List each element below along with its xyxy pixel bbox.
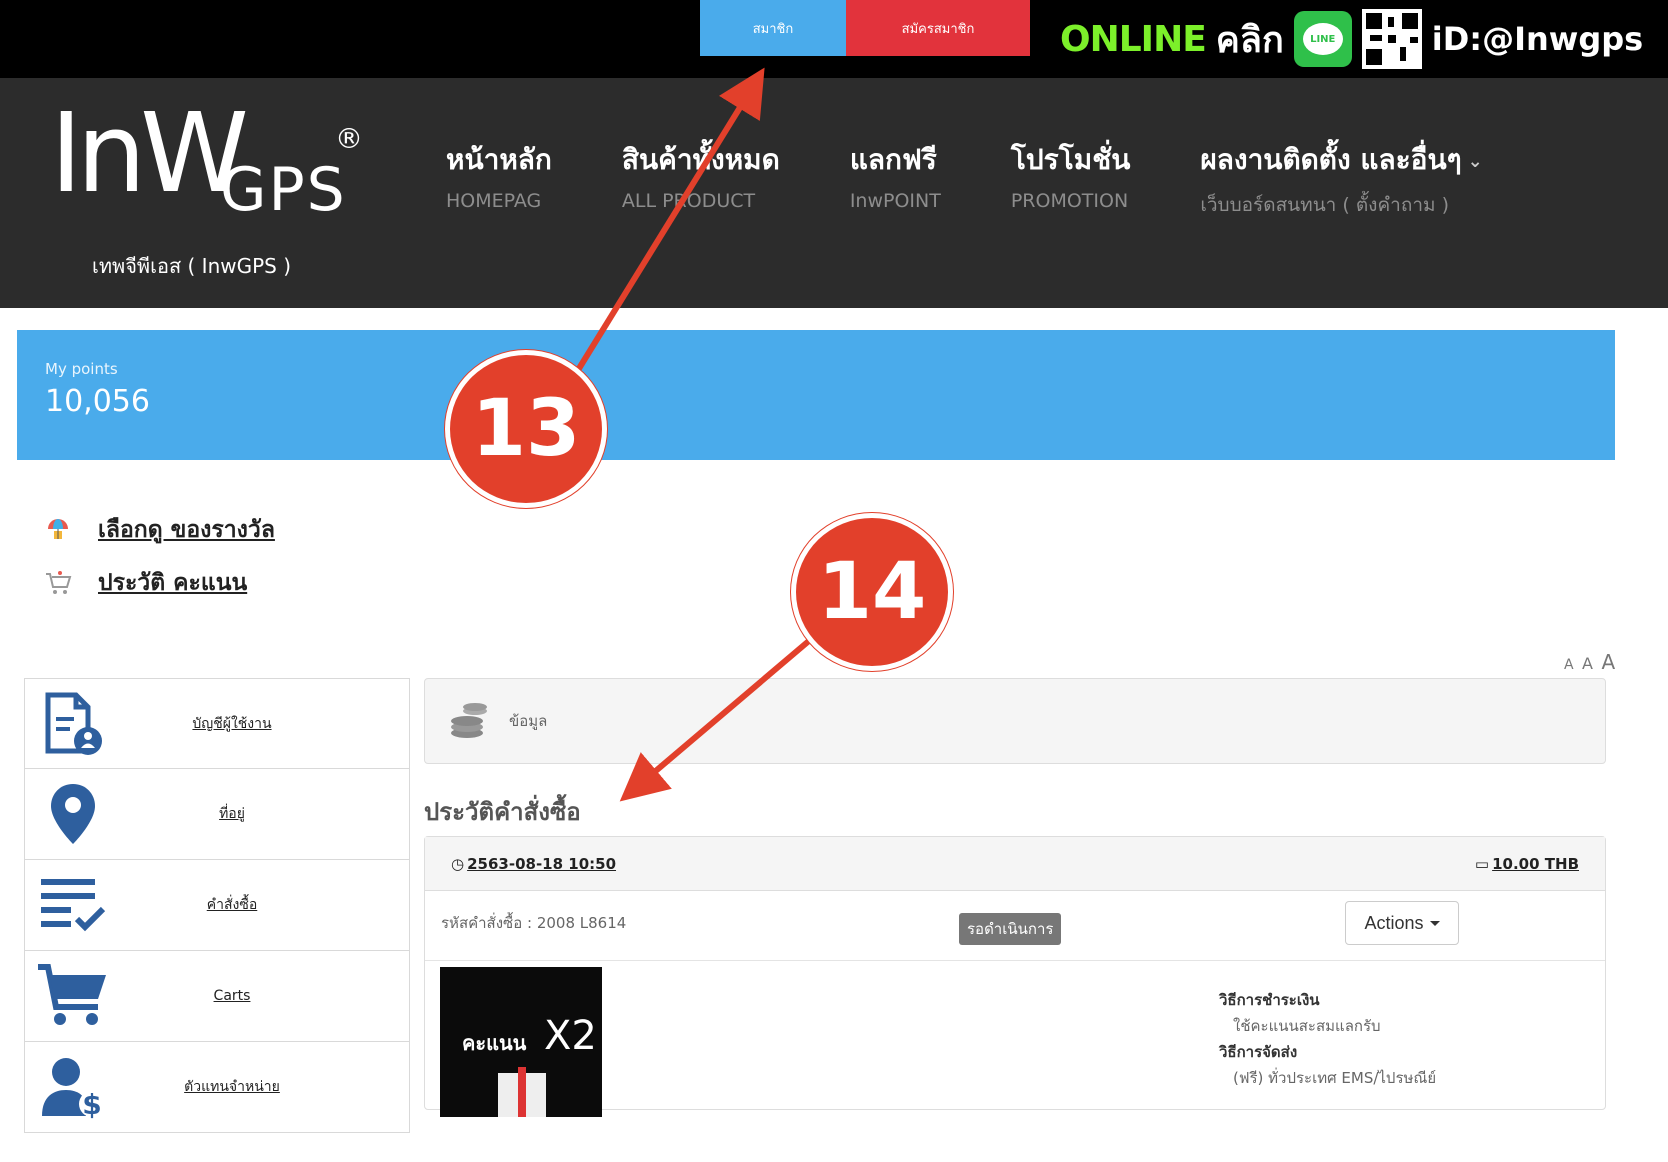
- font-size-small[interactable]: A: [1564, 657, 1574, 673]
- order-date-text: 2563-08-18 10:50: [467, 854, 617, 873]
- callout-13: 13: [445, 350, 607, 508]
- info-box-label: ข้อมูล: [509, 712, 548, 730]
- nav-label-en: InwPOINT: [849, 190, 941, 212]
- font-size-large[interactable]: A: [1601, 650, 1615, 674]
- line-app-icon[interactable]: LINE: [1293, 11, 1352, 67]
- sidebar-item-dealer[interactable]: $ ตัวแทนจำหน่าย: [24, 1042, 410, 1133]
- cart-icon: [40, 565, 76, 601]
- product-thumbnail[interactable]: คะแนน X2: [440, 967, 602, 1117]
- shipping-heading: วิธีการจัดส่ง: [1219, 1043, 1298, 1061]
- caret-down-icon: [1429, 920, 1440, 926]
- sidebar-item-carts[interactable]: Carts: [24, 951, 410, 1042]
- status-badge: รอดำเนินการ: [959, 913, 1062, 945]
- site-header: InW GPS ® เทพจีพีเอส ( InwGPS ) หน้าหลัก…: [0, 78, 1668, 308]
- account-sidebar: บัญชีผู้ใช้งาน ที่อยู่ คำสั่งซื้อ Carts …: [24, 678, 410, 1133]
- nav-label-th: ผลงานติดตั้ง และอื่นๆ ⌄: [1200, 138, 1482, 182]
- actions-dropdown-button[interactable]: Actions: [1345, 901, 1459, 945]
- nav-label-th: แลกฟรี: [849, 143, 937, 176]
- nav-label-th: สินค้าทั้งหมด: [621, 143, 780, 176]
- font-size-control: A A A: [1560, 650, 1615, 674]
- line-badge-text: LINE: [1302, 23, 1343, 55]
- points-history-link[interactable]: ประวัติ คะแนน: [40, 565, 247, 601]
- page: สมาชิก สมัครสมาชิก ONLINE คลิก LINE iD:@…: [0, 0, 1668, 1162]
- nav-homepage[interactable]: หน้าหลัก HOMEPAG: [446, 138, 552, 220]
- sidebar-item-orders[interactable]: คำสั่งซื้อ: [24, 860, 410, 951]
- sidebar-item-label[interactable]: Carts: [25, 988, 409, 1004]
- online-label: ONLINE: [1060, 18, 1207, 60]
- logo-registered-mark: ®: [335, 122, 363, 155]
- main-nav: หน้าหลัก HOMEPAG สินค้าทั้งหมด ALL PRODU…: [446, 138, 1483, 220]
- order-history-title: ประวัติคำสั่งซื้อ: [424, 798, 581, 826]
- rewards-link-label[interactable]: เลือกดู ของรางวัล: [98, 512, 275, 548]
- order-card: ◷ 2563-08-18 10:50 ▭ 10.00 THB รหัสคำสั่งซ…: [424, 836, 1606, 1117]
- product-thumbnail-text: คะแนน: [462, 1031, 527, 1055]
- logo-inw: InW: [50, 89, 249, 217]
- info-box: ข้อมูล: [424, 678, 1606, 764]
- credit-card-icon: ▭: [1474, 854, 1490, 873]
- sidebar-item-label[interactable]: ที่อยู่: [25, 803, 409, 825]
- clock-icon: ◷: [451, 854, 465, 873]
- points-value: 10,056: [45, 384, 150, 419]
- gift-ribbon: [518, 1067, 526, 1117]
- payment-shipping-info: วิธีการชำระเงิน ใช้คะแนนสะสมแลกรับ วิธีก…: [1219, 987, 1436, 1091]
- sidebar-item-label[interactable]: บัญชีผู้ใช้งาน: [25, 713, 409, 735]
- line-online-banner[interactable]: ONLINE คลิก LINE iD:@Inwgps: [1060, 9, 1644, 69]
- sidebar-item-label[interactable]: ตัวแทนจำหน่าย: [25, 1076, 409, 1098]
- order-card-header: ◷ 2563-08-18 10:50 ▭ 10.00 THB: [425, 837, 1605, 891]
- nav-label-en: PROMOTION: [1010, 190, 1129, 212]
- nav-label-en: HOMEPAG: [446, 190, 542, 212]
- nav-label-th: โปรโมชั่น: [1010, 143, 1131, 176]
- order-total-text: 10.00 THB: [1492, 854, 1579, 873]
- payment-heading: วิธีการชำระเงิน: [1219, 991, 1320, 1009]
- chevron-down-icon: ⌄: [1467, 150, 1483, 172]
- sidebar-item-account[interactable]: บัญชีผู้ใช้งาน: [24, 678, 410, 769]
- nav-label-th: หน้าหลัก: [446, 143, 552, 176]
- actions-label: Actions: [1364, 912, 1424, 933]
- register-button[interactable]: สมัครสมาชิก: [846, 0, 1030, 56]
- my-points-panel: My points 10,056: [17, 330, 1615, 460]
- click-label: คลิก: [1215, 19, 1284, 61]
- nav-label-en: เว็บบอร์ดสนทนา ( ตั้งคำถาม ): [1200, 194, 1449, 216]
- line-id-label: iD:@Inwgps: [1431, 20, 1644, 58]
- gift-umbrella-icon: [40, 512, 76, 548]
- nav-installation-more[interactable]: ผลงานติดตั้ง และอื่นๆ ⌄ เว็บบอร์ดสนทนา ( …: [1200, 138, 1482, 220]
- sidebar-item-address[interactable]: ที่อยู่: [24, 769, 410, 860]
- nav-label-en: ALL PRODUCT: [621, 190, 756, 212]
- points-label: My points: [45, 360, 118, 378]
- member-button[interactable]: สมาชิก: [700, 0, 846, 56]
- logo-gps: GPS: [220, 155, 347, 225]
- nav-all-product[interactable]: สินค้าทั้งหมด ALL PRODUCT: [622, 138, 780, 220]
- order-summary-row: รหัสคำสั่งซื้อ : 2008 L8614 รอดำเนินการ …: [425, 891, 1605, 961]
- rewards-link[interactable]: เลือกดู ของรางวัล: [40, 512, 275, 548]
- top-bar: สมาชิก สมัครสมาชิก ONLINE คลิก LINE iD:@…: [0, 0, 1668, 78]
- logo-subtitle: เทพจีพีเอส ( InwGPS ): [92, 254, 292, 278]
- nav-label-th-text: ผลงานติดตั้ง และอื่นๆ: [1200, 143, 1462, 176]
- site-logo[interactable]: InW GPS ® เทพจีพีเอส ( InwGPS ): [50, 89, 370, 278]
- order-date[interactable]: ◷ 2563-08-18 10:50: [451, 855, 616, 873]
- callout-14: 14: [791, 513, 953, 671]
- coins-icon: [449, 701, 489, 741]
- product-thumbnail-multiplier: X2: [544, 1013, 597, 1059]
- payment-value: ใช้คะแนนสะสมแลกรับ: [1233, 1017, 1381, 1035]
- qr-code-icon: [1361, 9, 1422, 69]
- order-code: รหัสคำสั่งซื้อ : 2008 L8614: [441, 914, 627, 932]
- sidebar-item-label[interactable]: คำสั่งซื้อ: [25, 894, 409, 916]
- nav-inwpoint[interactable]: แลกฟรี InwPOINT: [850, 138, 941, 220]
- order-total[interactable]: ▭ 10.00 THB: [1475, 855, 1579, 873]
- nav-promotion[interactable]: โปรโมชั่น PROMOTION: [1011, 138, 1131, 220]
- points-history-link-label[interactable]: ประวัติ คะแนน: [98, 565, 247, 601]
- shipping-value: (ฟรี) ทั่วประเทศ EMS/ไปรษณีย์: [1233, 1069, 1437, 1087]
- font-size-medium[interactable]: A: [1582, 654, 1593, 673]
